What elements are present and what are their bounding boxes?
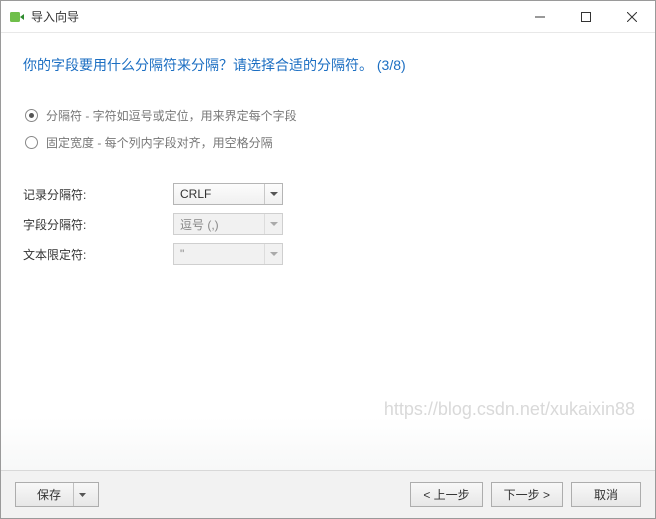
delimiter-type-group: 分隔符 - 字符如逗号或定位，用来界定每个字段 固定宽度 - 每个列内字段对齐，… bbox=[23, 107, 633, 161]
row-text-qualifier: 文本限定符: " bbox=[23, 243, 633, 265]
radio-delimited-label: 分隔符 - 字符如逗号或定位，用来界定每个字段 bbox=[46, 107, 297, 124]
radio-fixed-label: 固定宽度 - 每个列内字段对齐，用空格分隔 bbox=[46, 134, 273, 151]
text-qualifier-label: 文本限定符: bbox=[23, 246, 173, 263]
radio-icon bbox=[25, 136, 38, 149]
app-icon bbox=[9, 9, 25, 25]
import-wizard-window: 导入向导 你的字段要用什么分隔符来分隔？请选择合适的分隔符。 (3/8) 分隔符… bbox=[0, 0, 656, 519]
titlebar: 导入向导 bbox=[1, 1, 655, 33]
radio-icon bbox=[25, 109, 38, 122]
field-delimiter-select: 逗号 (,) bbox=[173, 213, 283, 235]
chevron-down-icon bbox=[264, 184, 282, 204]
next-button[interactable]: 下一步 > bbox=[491, 482, 563, 507]
back-button[interactable]: < 上一步 bbox=[410, 482, 482, 507]
window-title: 导入向导 bbox=[31, 8, 517, 25]
save-button[interactable]: 保存 bbox=[15, 482, 99, 507]
record-delimiter-label: 记录分隔符: bbox=[23, 186, 173, 203]
footer: 保存 < 上一步 下一步 > 取消 bbox=[1, 470, 655, 518]
field-delimiter-label: 字段分隔符: bbox=[23, 216, 173, 233]
page-heading: 你的字段要用什么分隔符来分隔？请选择合适的分隔符。 (3/8) bbox=[23, 55, 633, 75]
delimiter-form: 记录分隔符: CRLF 字段分隔符: 逗号 (,) 文本限定 bbox=[23, 183, 633, 273]
maximize-button[interactable] bbox=[563, 1, 609, 32]
record-delimiter-value: CRLF bbox=[180, 187, 211, 201]
watermark-text: https://blog.csdn.net/xukaixin88 bbox=[384, 399, 635, 420]
record-delimiter-select[interactable]: CRLF bbox=[173, 183, 283, 205]
radio-delimited[interactable]: 分隔符 - 字符如逗号或定位，用来界定每个字段 bbox=[25, 107, 633, 124]
content-area: 你的字段要用什么分隔符来分隔？请选择合适的分隔符。 (3/8) 分隔符 - 字符… bbox=[1, 33, 655, 470]
window-controls bbox=[517, 1, 655, 32]
cancel-button[interactable]: 取消 bbox=[571, 482, 641, 507]
minimize-button[interactable] bbox=[517, 1, 563, 32]
save-button-label: 保存 bbox=[37, 486, 61, 503]
chevron-down-icon bbox=[264, 244, 282, 264]
save-dropdown-toggle[interactable] bbox=[73, 483, 91, 506]
next-button-label: 下一步 > bbox=[504, 486, 550, 503]
text-qualifier-select: " bbox=[173, 243, 283, 265]
text-qualifier-value: " bbox=[180, 247, 184, 261]
row-record-delimiter: 记录分隔符: CRLF bbox=[23, 183, 633, 205]
radio-fixed-width[interactable]: 固定宽度 - 每个列内字段对齐，用空格分隔 bbox=[25, 134, 633, 151]
cancel-button-label: 取消 bbox=[594, 486, 618, 503]
back-button-label: < 上一步 bbox=[423, 486, 469, 503]
field-delimiter-value: 逗号 (,) bbox=[180, 216, 219, 233]
row-field-delimiter: 字段分隔符: 逗号 (,) bbox=[23, 213, 633, 235]
chevron-down-icon bbox=[264, 214, 282, 234]
close-button[interactable] bbox=[609, 1, 655, 32]
